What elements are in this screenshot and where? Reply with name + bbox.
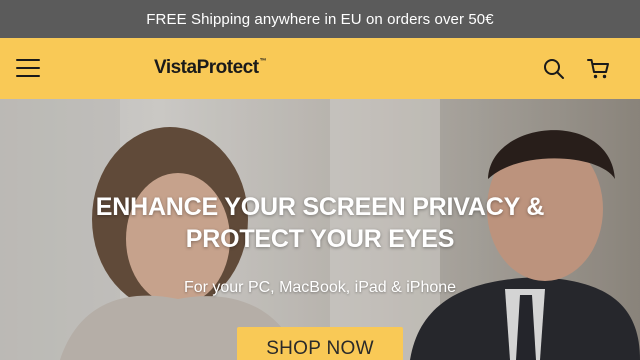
announcement-text: FREE Shipping anywhere in EU on orders o… [146, 10, 494, 28]
announcement-bar: FREE Shipping anywhere in EU on orders o… [0, 0, 640, 38]
hero-subtitle: For your PC, MacBook, iPad & iPhone [183, 279, 457, 296]
cart-icon[interactable] [585, 56, 611, 82]
hamburger-menu-icon[interactable] [16, 55, 46, 81]
hero-banner: ENHANCE YOUR SCREEN PRIVACY & PROTECT YO… [0, 99, 640, 360]
site-header: VistaProtect ™ [0, 38, 640, 99]
search-icon[interactable] [542, 57, 566, 81]
logo-text: VistaProtect [154, 57, 259, 78]
logo[interactable]: VistaProtect ™ [154, 57, 266, 81]
shop-now-button[interactable]: SHOP NOW [237, 327, 403, 360]
hero-title: ENHANCE YOUR SCREEN PRIVACY & PROTECT YO… [95, 193, 545, 253]
trademark-mark: ™ [259, 58, 267, 65]
